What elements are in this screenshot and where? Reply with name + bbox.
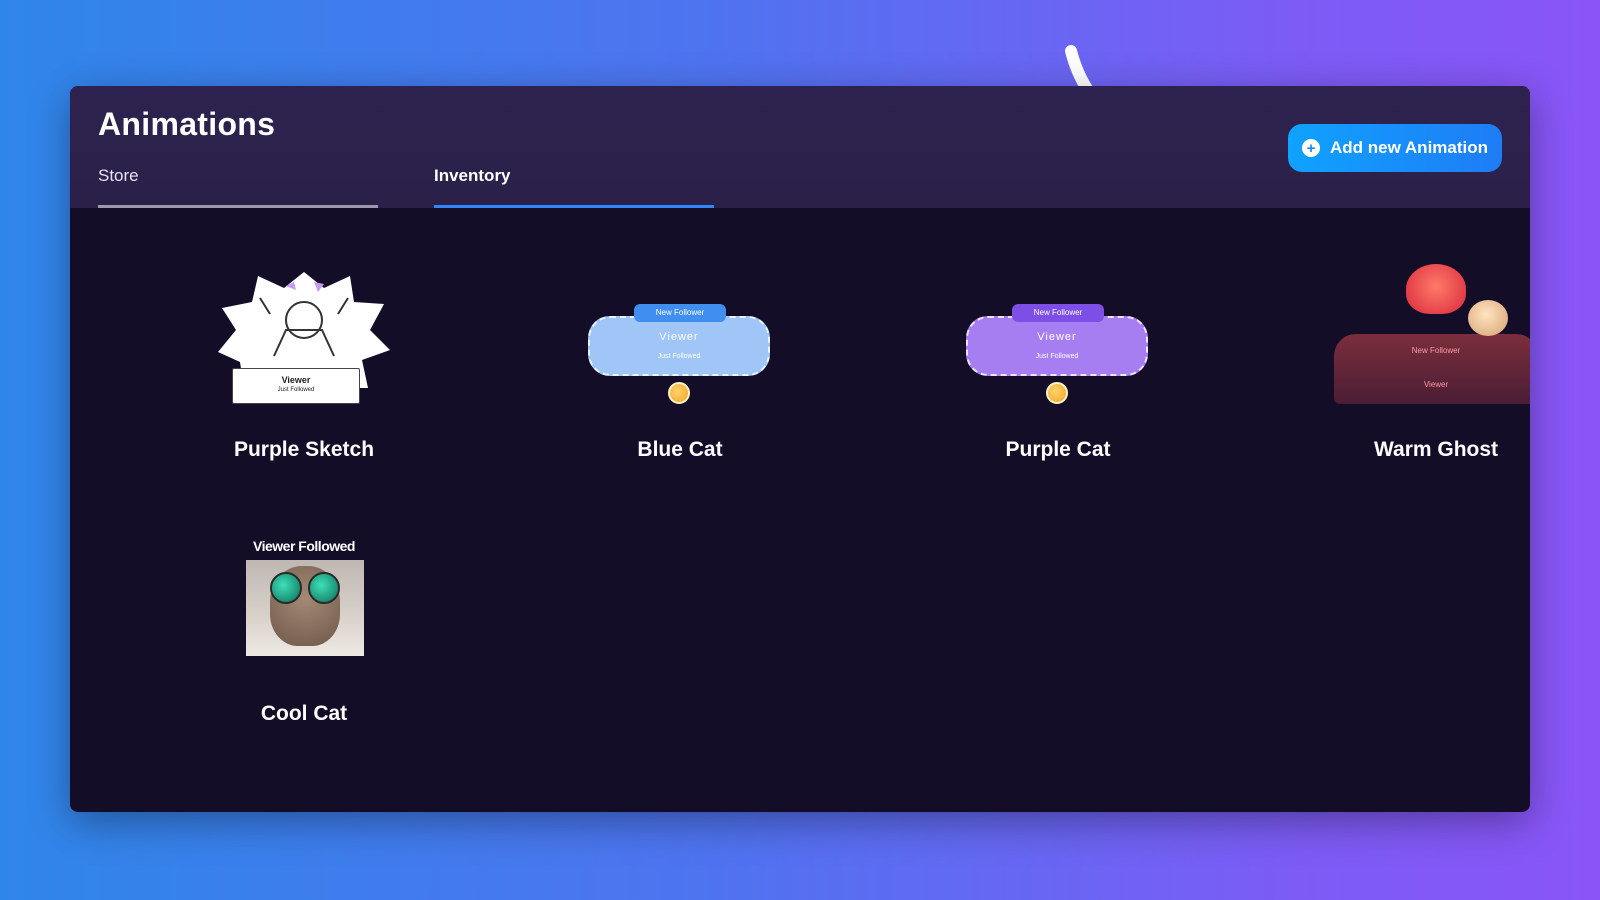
sunglasses-left-lens-icon bbox=[270, 572, 302, 604]
tab-inventory-label: Inventory bbox=[434, 166, 511, 185]
add-new-animation-label: Add new Animation bbox=[1329, 138, 1489, 157]
animations-panel: Animations Store Inventory + Add new Ani… bbox=[70, 86, 1530, 812]
purple-sketch-preview: Viewer Just Followed bbox=[194, 264, 414, 414]
purple-cat-preview: Viewer Just Followed New Follower bbox=[948, 264, 1168, 414]
coin-icon bbox=[668, 382, 690, 404]
banner-body: Viewer Just Followed bbox=[588, 316, 770, 376]
sketch-sub-text: Just Followed bbox=[277, 387, 315, 393]
banner-sub-text: Just Followed bbox=[1035, 353, 1079, 360]
sketch-viewer-text: Viewer bbox=[281, 375, 311, 385]
ghost-tag-text: New Follower bbox=[1411, 346, 1461, 355]
plus-circle-icon: + bbox=[1301, 139, 1320, 157]
panel-header: Animations Store Inventory + Add new Ani… bbox=[70, 86, 1530, 208]
cool-cat-title: Viewer Followed bbox=[253, 538, 355, 554]
animation-card-cool-cat[interactable]: Viewer Followed Cool Cat bbox=[154, 538, 454, 726]
banner-viewer-text: Viewer bbox=[1037, 331, 1077, 343]
ghost-icon bbox=[1406, 264, 1466, 314]
add-new-animation-button[interactable]: + Add new Animation bbox=[1288, 124, 1502, 172]
skull-icon bbox=[1468, 300, 1508, 336]
sketch-label-box: Viewer Just Followed bbox=[232, 368, 360, 404]
banner-body: Viewer Just Followed bbox=[966, 316, 1148, 376]
sunglasses-right-lens-icon bbox=[308, 572, 340, 604]
warm-ghost-preview: New Follower Viewer bbox=[1326, 264, 1530, 414]
cool-cat-photo bbox=[246, 560, 364, 656]
coin-icon bbox=[1046, 382, 1068, 404]
card-name: Blue Cat bbox=[637, 438, 723, 461]
card-name: Purple Cat bbox=[1005, 438, 1111, 461]
ghost-viewer-text: Viewer bbox=[1423, 380, 1449, 389]
banner-tag: New Follower bbox=[1012, 304, 1104, 322]
card-name: Cool Cat bbox=[260, 702, 348, 725]
banner-tag: New Follower bbox=[634, 304, 726, 322]
tab-inventory[interactable]: Inventory bbox=[434, 166, 714, 208]
tab-inventory-underline bbox=[434, 205, 714, 208]
blue-cat-preview: Viewer Just Followed New Follower bbox=[570, 264, 790, 414]
page-title: Animations bbox=[98, 106, 276, 142]
tab-store-underline bbox=[98, 205, 378, 208]
cool-cat-preview: Viewer Followed bbox=[194, 538, 414, 662]
animation-card-blue-cat[interactable]: Viewer Just Followed New Follower Blue C… bbox=[530, 264, 830, 462]
banner-sub-text: Just Followed bbox=[657, 353, 701, 360]
animation-card-purple-sketch[interactable]: Viewer Just Followed Purple Sketch bbox=[154, 264, 454, 462]
card-name: Warm Ghost bbox=[1373, 438, 1499, 461]
banner-viewer-text: Viewer bbox=[659, 331, 699, 343]
card-name: Purple Sketch bbox=[233, 438, 375, 461]
tab-store-label: Store bbox=[98, 166, 139, 185]
tab-store[interactable]: Store bbox=[98, 166, 378, 208]
ghost-frame bbox=[1334, 334, 1530, 404]
animation-card-warm-ghost[interactable]: New Follower Viewer Warm Ghost bbox=[1286, 264, 1530, 462]
animation-card-purple-cat[interactable]: Viewer Just Followed New Follower Purple… bbox=[908, 264, 1208, 462]
